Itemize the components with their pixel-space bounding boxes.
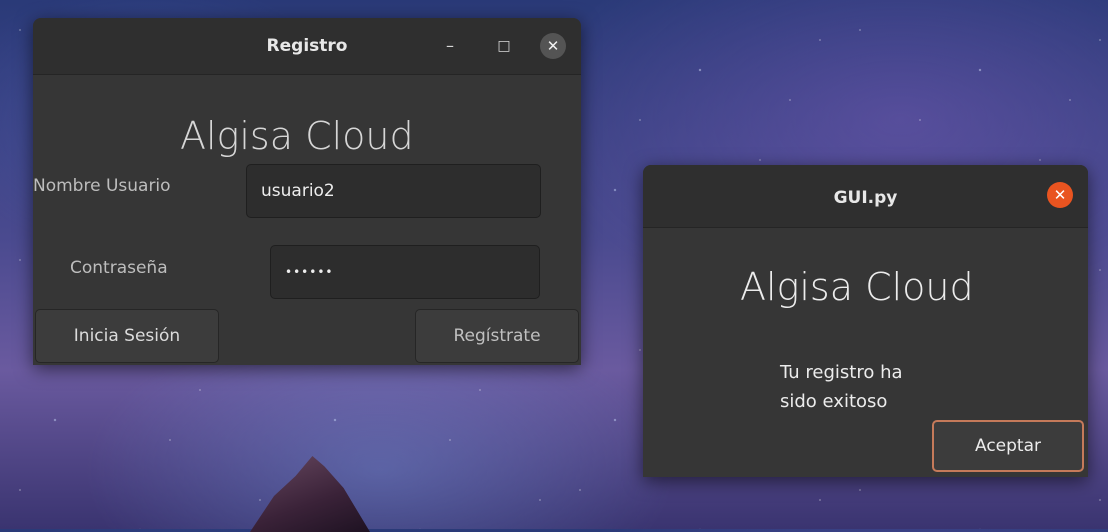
registro-titlebar[interactable]: Registro – □ ✕ <box>33 18 581 75</box>
password-input[interactable]: •••••• <box>270 245 540 299</box>
register-button[interactable]: Regístrate <box>415 309 579 363</box>
success-dialog: GUI.py ✕ Algisa Cloud Tu registro ha sid… <box>643 165 1088 477</box>
username-input[interactable]: usuario2 <box>246 164 541 218</box>
dialog-titlebar[interactable]: GUI.py ✕ <box>643 165 1088 228</box>
registro-window: Registro – □ ✕ Algisa Cloud Nombre Usuar… <box>33 18 581 365</box>
app-heading: Algisa Cloud <box>180 114 414 158</box>
dialog-title: GUI.py <box>833 188 898 208</box>
dialog-app-heading: Algisa Cloud <box>740 265 974 309</box>
message-line-2: sido exitoso <box>780 391 888 412</box>
close-button[interactable]: ✕ <box>540 33 566 59</box>
password-label: Contraseña <box>70 258 168 278</box>
maximize-button[interactable]: □ <box>491 33 517 59</box>
accept-button[interactable]: Aceptar <box>932 420 1084 472</box>
message-line-1: Tu registro ha <box>780 362 903 383</box>
username-label: Nombre Usuario <box>33 176 171 196</box>
dialog-close-button[interactable]: ✕ <box>1047 182 1073 208</box>
login-button[interactable]: Inicia Sesión <box>35 309 219 363</box>
minimize-button[interactable]: – <box>437 33 463 59</box>
